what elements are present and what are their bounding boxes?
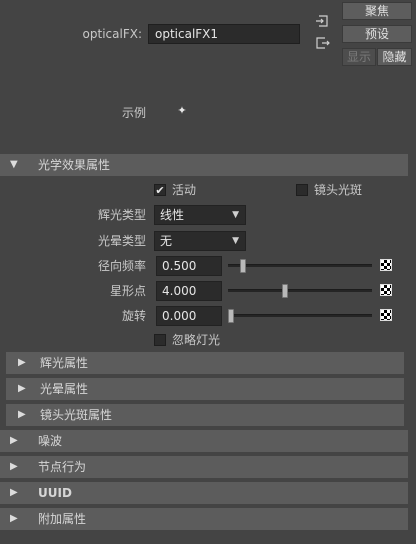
glow-type-label: 辉光类型 bbox=[97, 208, 146, 222]
texture-map-icon[interactable] bbox=[380, 309, 392, 321]
section-label: UUID bbox=[38, 486, 72, 500]
section-noise[interactable]: ▶ 噪波 bbox=[0, 430, 408, 452]
radial-frequency-slider-handle[interactable] bbox=[240, 259, 246, 273]
section-node-behavior[interactable]: ▶ 节点行为 bbox=[0, 456, 408, 478]
rotation-slider-handle[interactable] bbox=[228, 309, 234, 323]
star-points-field[interactable]: 4.000 bbox=[156, 281, 222, 301]
radial-frequency-field[interactable]: 0.500 bbox=[156, 256, 222, 276]
glow-type-value: 线性 bbox=[160, 208, 185, 222]
collapsed-triangle-icon: ▶ bbox=[18, 383, 26, 394]
node-type-label: opticalFX: bbox=[82, 27, 142, 41]
input-connection-icon[interactable] bbox=[312, 14, 332, 32]
collapsed-triangle-icon: ▶ bbox=[10, 435, 18, 446]
halo-type-dropdown[interactable]: 无 ▼ bbox=[154, 231, 246, 251]
texture-map-icon[interactable] bbox=[380, 284, 392, 296]
section-halo-attributes[interactable]: ▶ 光晕属性 bbox=[6, 378, 404, 400]
star-points-slider-handle[interactable] bbox=[282, 284, 288, 298]
section-label: 附加属性 bbox=[38, 512, 87, 526]
section-label: 光晕属性 bbox=[40, 382, 89, 396]
active-label: 活动 bbox=[172, 183, 197, 197]
node-name-field[interactable]: opticalFX1 bbox=[148, 24, 300, 44]
collapsed-triangle-icon: ▶ bbox=[10, 487, 18, 498]
section-label: 节点行为 bbox=[38, 460, 87, 474]
show-button[interactable]: 显示 bbox=[342, 48, 376, 66]
collapsed-triangle-icon: ▶ bbox=[10, 513, 18, 524]
collapsed-triangle-icon: ▶ bbox=[10, 461, 18, 472]
glow-type-dropdown[interactable]: 线性 ▼ bbox=[154, 205, 246, 225]
chevron-down-icon: ▼ bbox=[232, 210, 239, 220]
sample-label: 示例 bbox=[121, 106, 146, 120]
hide-button[interactable]: 隐藏 bbox=[377, 48, 412, 66]
radial-frequency-label: 径向频率 bbox=[97, 259, 146, 273]
expanded-triangle-icon: ▼ bbox=[10, 159, 18, 170]
star-points-label: 星形点 bbox=[109, 284, 146, 298]
star-points-slider-track[interactable] bbox=[228, 289, 372, 292]
lens-flare-checkbox[interactable] bbox=[296, 184, 308, 196]
ignore-lights-label: 忽略灯光 bbox=[172, 333, 221, 347]
collapsed-triangle-icon: ▶ bbox=[18, 409, 26, 420]
output-connection-icon[interactable] bbox=[312, 36, 332, 54]
section-label: 光学效果属性 bbox=[38, 158, 111, 172]
active-checkbox[interactable]: ✔ bbox=[154, 184, 166, 196]
halo-type-label: 光晕类型 bbox=[97, 234, 146, 248]
section-glow-attributes[interactable]: ▶ 辉光属性 bbox=[6, 352, 404, 374]
lens-flare-label: 镜头光斑 bbox=[314, 183, 363, 197]
collapsed-triangle-icon: ▶ bbox=[18, 357, 26, 368]
rotation-label: 旋转 bbox=[121, 309, 146, 323]
section-label: 镜头光斑属性 bbox=[40, 408, 113, 422]
section-label: 噪波 bbox=[38, 434, 63, 448]
section-extra-attributes[interactable]: ▶ 附加属性 bbox=[0, 508, 408, 530]
halo-type-value: 无 bbox=[160, 234, 173, 248]
rotation-field[interactable]: 0.000 bbox=[156, 306, 222, 326]
section-lens-flare-attributes[interactable]: ▶ 镜头光斑属性 bbox=[6, 404, 404, 426]
chevron-down-icon: ▼ bbox=[232, 236, 239, 246]
texture-map-icon[interactable] bbox=[380, 259, 392, 271]
radial-frequency-slider-track[interactable] bbox=[228, 264, 372, 267]
focus-button[interactable]: 聚焦 bbox=[342, 2, 412, 20]
section-label: 辉光属性 bbox=[40, 356, 89, 370]
section-uuid[interactable]: ▶ UUID bbox=[0, 482, 408, 504]
ignore-lights-checkbox[interactable] bbox=[154, 334, 166, 346]
rotation-slider-track[interactable] bbox=[228, 314, 372, 317]
sample-swatch: ✦ bbox=[177, 104, 187, 117]
presets-button[interactable]: 预设 bbox=[342, 25, 412, 43]
section-optical-fx-attributes[interactable]: ▼ 光学效果属性 bbox=[0, 154, 408, 176]
